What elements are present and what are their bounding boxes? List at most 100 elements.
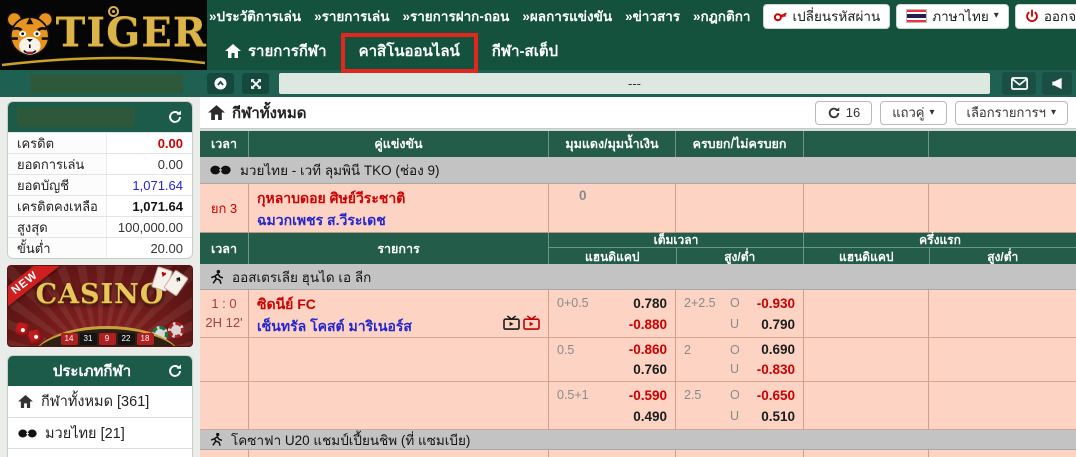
empty-cell — [803, 184, 928, 232]
live-tv-icons — [503, 315, 540, 330]
sidebar-item-muaythai[interactable]: มวยไทย [21] — [8, 417, 192, 448]
collapse-up-button[interactable] — [207, 73, 234, 94]
teams-cell: ซิดนีย์ FC เซ็นทรัล โคสต์ มาริเนอร์ส — [248, 290, 548, 337]
fighters-cell[interactable]: กุหลาบดอย ศิษย์วีระชาติ ฉมวกเพชร ส.วีระเ… — [248, 184, 548, 232]
home-icon — [18, 395, 33, 408]
fh-overunder-odds-cell[interactable] — [928, 382, 1076, 429]
ft-overunder-odds-cell[interactable]: 2 O 0.690 U -0.830 — [675, 338, 803, 381]
min-value: 20.00 — [150, 240, 183, 256]
ft-handicap-odds-cell[interactable]: 0.5+1 -0.590 0.490 — [548, 382, 675, 429]
expand-button[interactable] — [242, 73, 269, 94]
empty-cell — [928, 184, 1076, 232]
crown-icon — [108, 6, 119, 17]
league-band-cosafa[interactable]: โคซาฟา U20 แชมป์เปี้ยนชิพ (ที่ แซมเบีย) — [200, 430, 1076, 450]
league-band-muaythai[interactable]: มวยไทย - เวที ลุมพินี TKO (ช่อง 9) — [200, 157, 1076, 184]
ft-handicap-odds-cell[interactable]: 0+0.5 0.780 -0.880 — [548, 290, 675, 337]
account-row-balance: ยอดบัญชี 1,071.64 — [8, 174, 192, 195]
brand-logo[interactable]: TIGER — [0, 0, 207, 70]
brand-name: TIGER — [55, 9, 207, 56]
chevron-up-circle-icon — [214, 77, 227, 90]
away-team[interactable]: เซ็นทรัล โคสต์ มาริเนอร์ส — [257, 316, 540, 338]
tab-sports-step[interactable]: กีฬา-สเต็ป — [478, 32, 572, 70]
link-rules[interactable]: »กฎกติกา — [693, 5, 750, 27]
language-button[interactable]: ภาษาไทย ▾ — [896, 3, 1009, 29]
fh-overunder-odds-cell[interactable] — [928, 290, 1076, 337]
round-cell: ยก 3 — [210, 200, 238, 216]
odds-table-header: เวลา รายการ เต็มเวลา แฮนดิแคป สูง/ต่ำ คร… — [200, 233, 1076, 267]
ft-overunder-odds-cell[interactable]: 2.5 O -0.650 U 0.510 — [675, 382, 803, 429]
top-navigation: »ประวัติการเล่น »รายการเล่น »รายการฝาก-ถ… — [207, 0, 1076, 73]
main-content: กีฬาทั้งหมด 16 แถวคู่ ▾ เลือกรายการฯ ▾ เ… — [200, 97, 1076, 457]
announcement-ticker[interactable]: --- — [279, 73, 990, 94]
chevron-down-icon: ▾ — [1050, 106, 1056, 118]
fh-overunder-odds-cell[interactable] — [928, 338, 1076, 381]
select-list-dropdown[interactable]: เลือกรายการฯ ▾ — [954, 100, 1068, 125]
credit-value: 0.00 — [157, 135, 183, 151]
mail-button[interactable] — [1002, 72, 1036, 95]
poker-chip-deco — [168, 322, 184, 338]
home-icon — [225, 44, 241, 58]
home-team[interactable]: ซิดนีย์ FC — [257, 294, 540, 316]
blue-corner-fighter: ฉมวกเพชร ส.วีระเดช — [257, 212, 386, 228]
sound-button[interactable] — [1042, 72, 1072, 95]
ticker-bar: --- — [0, 70, 1076, 97]
col-group-firsthalf: ครึ่งแรก แฮนดิแคป สูง/ต่ำ — [803, 233, 1076, 267]
league-band-aleague[interactable]: ออสเตรเลีย ฮุนได เอ ลีก — [200, 264, 1076, 290]
fh-handicap-odds-cell[interactable] — [803, 290, 928, 337]
refresh-countdown-button[interactable]: 16 — [814, 100, 873, 125]
corner-odds-cell[interactable]: 0 — [548, 184, 675, 232]
thai-flag-icon — [906, 9, 928, 23]
account-row-play-total: ยอดการเล่น 0.00 — [8, 153, 192, 174]
top-bar: TIGER »ประวัติการเล่น »รายการเล่น »รายกา… — [0, 0, 1076, 73]
odds-row: 0.5+1 -0.590 0.490 2.5 O -0.650 U 0.510 — [200, 382, 1076, 430]
row-mode-dropdown[interactable]: แถวคู่ ▾ — [880, 100, 947, 125]
col-group-fulltime: เต็มเวลา แฮนดิแคป สูง/ต่ำ — [548, 233, 803, 267]
refresh-icon[interactable] — [167, 109, 183, 125]
power-icon — [1026, 9, 1038, 22]
muaythai-table-header: เวลา คู่แข่งขัน มุมแดง/มุมน้ำเงิน ครบยก/… — [200, 131, 1076, 157]
live-score: 1 : 0 — [211, 296, 237, 312]
link-deposit-withdraw[interactable]: »รายการฝาก-ถอน — [402, 5, 509, 27]
next-row-partial — [200, 450, 1076, 457]
change-password-button[interactable]: เปลี่ยนรหัสผ่าน — [762, 3, 891, 29]
fh-handicap-odds-cell[interactable] — [803, 382, 928, 429]
col-rounds: ครบยก/ไม่ครบยก — [675, 131, 803, 157]
casino-banner[interactable]: NEW CASINO ♥ ♠ 14 31 9 22 18 — [7, 265, 193, 347]
link-results[interactable]: »ผลการแข่งขัน — [522, 5, 612, 27]
rounds-odds-cell[interactable] — [675, 184, 803, 232]
fh-handicap-odds-cell[interactable] — [803, 338, 928, 381]
max-value: 100,000.00 — [117, 219, 183, 235]
page: TIGER »ประวัติการเล่น »รายการเล่น »รายกา… — [0, 0, 1076, 457]
ft-overunder-odds-cell[interactable]: 2+2.5 O -0.930 U 0.790 — [675, 290, 803, 337]
main-header: กีฬาทั้งหมด 16 แถวคู่ ▾ เลือกรายการฯ ▾ — [200, 97, 1076, 129]
logout-button[interactable]: ออกจากระบบ — [1014, 3, 1076, 29]
link-bet-list[interactable]: »รายการเล่น — [314, 5, 389, 27]
col-empty — [928, 131, 1076, 157]
tv-icon[interactable] — [503, 315, 520, 330]
soccer-player-icon — [210, 432, 222, 446]
redacted-username — [30, 74, 183, 93]
account-row-credit: เครดิต 0.00 — [8, 132, 192, 153]
soccer-player-icon — [211, 269, 223, 284]
sport-types-panel: ประเภทกีฬา กีฬาทั้งหมด [361] มวยไทย [21] — [7, 355, 193, 457]
ft-handicap-odds-cell[interactable]: 0.5 -0.860 0.760 — [548, 338, 675, 381]
sidebar-item-all-sports[interactable]: กีฬาทั้งหมด [361] — [8, 386, 192, 417]
key-icon — [773, 12, 787, 21]
chevron-down-icon: ▾ — [929, 106, 935, 118]
sidebar-item-partial[interactable] — [8, 448, 192, 457]
odds-row: 0.5 -0.860 0.760 2 O 0.690 U -0.830 — [200, 338, 1076, 382]
col-time: เวลา — [211, 137, 237, 151]
balance-value: 1,071.64 — [132, 177, 183, 193]
account-row-min: ขั้นต่ำ 20.00 — [8, 237, 192, 258]
top-links: »ประวัติการเล่น »รายการเล่น »รายการฝาก-ถ… — [209, 5, 751, 27]
tv-red-icon[interactable] — [523, 315, 540, 330]
account-panel-header — [8, 102, 192, 132]
sport-types-header: ประเภทกีฬา — [8, 356, 192, 386]
link-news[interactable]: »ข่าวสาร — [625, 5, 680, 27]
play-total-value: 0.00 — [157, 156, 183, 172]
tab-casino-online[interactable]: คาสิโนออนไลน์ — [340, 32, 478, 73]
refresh-icon[interactable] — [167, 363, 183, 379]
link-play-history[interactable]: »ประวัติการเล่น — [209, 5, 301, 27]
tab-sports-list[interactable]: รายการกีฬา — [211, 32, 341, 70]
odds-row: 1 : 0 2H 12' ซิดนีย์ FC เซ็นทรัล โคสต์ ม… — [200, 290, 1076, 338]
